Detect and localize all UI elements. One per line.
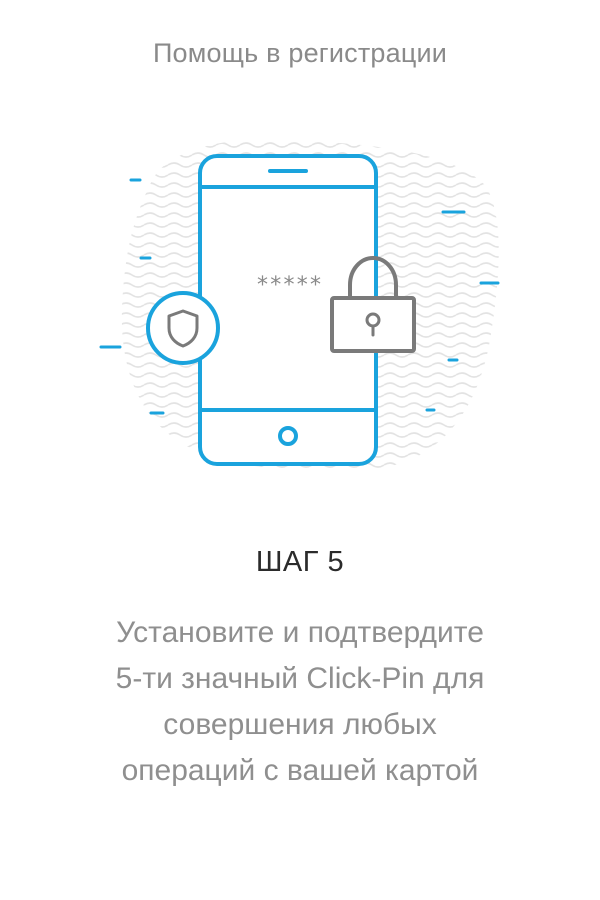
page-title: Помощь в регистрации (152, 38, 448, 68)
registration-illustration: ***** (80, 120, 520, 490)
pin-mask-text: ***** (256, 273, 322, 298)
step-description: Установите и подтвердите 5-ти значный Cl… (115, 616, 485, 787)
shield-icon (146, 291, 220, 365)
illustration-svg: ***** (99, 138, 500, 472)
step-title: ШАГ 5 (255, 546, 345, 578)
